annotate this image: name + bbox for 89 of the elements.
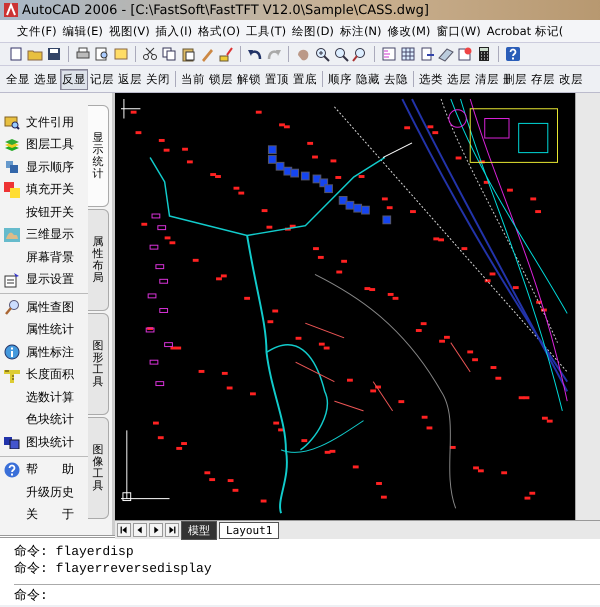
first-tab-button[interactable]: [117, 523, 131, 537]
command-history-line: 命令: flayerdisp: [14, 543, 135, 559]
layer-tool-button[interactable]: 记层: [88, 68, 116, 90]
help-icon[interactable]: [505, 46, 521, 62]
clipboard-icon: [4, 272, 20, 288]
paste-icon[interactable]: [180, 46, 196, 62]
sidebar-item[interactable]: 关 于: [26, 506, 74, 524]
sidebar-item[interactable]: 长度面积: [26, 366, 74, 384]
menu-item[interactable]: 视图(V): [106, 22, 153, 40]
zoom-previous-icon[interactable]: [352, 46, 368, 62]
properties-icon[interactable]: [381, 46, 397, 62]
save-icon[interactable]: [46, 46, 62, 62]
layer-tool-button[interactable]: 返层: [116, 68, 144, 90]
stacked-squares-icon: [4, 161, 20, 174]
help-icon: [4, 462, 20, 478]
magnifier-icon: [4, 299, 20, 316]
layer-tool-button[interactable]: 全显: [4, 68, 32, 90]
layers-icon: [4, 138, 20, 152]
window-title: AutoCAD 2006 - [C:\FastSoft\FastTFT V12.0\Sample\CASS.dwg]: [22, 2, 429, 18]
calculator-icon[interactable]: [476, 46, 492, 62]
layer-tool-button[interactable]: 去隐: [382, 68, 410, 90]
menu-item[interactable]: 窗口(W): [433, 22, 484, 40]
sidebar-item[interactable]: 属性查图: [26, 298, 74, 316]
layer-tool-button[interactable]: 当前: [179, 68, 207, 90]
grid-window-icon[interactable]: [400, 46, 416, 62]
layout-tab[interactable]: 模型: [181, 520, 217, 540]
sidebar-item[interactable]: 升级历史: [26, 484, 74, 501]
sidebar-item[interactable]: 属性统计: [26, 321, 74, 338]
layer-tool-button[interactable]: 反显: [60, 68, 88, 90]
layer-tool-button[interactable]: 锁层: [207, 68, 235, 90]
blocks-icon: [4, 435, 20, 450]
sidebar-item[interactable]: 图层工具: [26, 136, 74, 154]
layer-tool-button[interactable]: 顺序: [326, 68, 354, 90]
layer-tool-button[interactable]: 解锁: [235, 68, 263, 90]
command-history-line: 命令: flayerreversedisplay: [14, 560, 213, 576]
sidebar-item[interactable]: 显示设置: [26, 271, 74, 288]
sidebar-item[interactable]: 文件引用: [26, 114, 74, 131]
menu-item[interactable]: 插入(I): [152, 22, 196, 40]
zoom-in-icon[interactable]: [314, 46, 330, 62]
layer-tool-button[interactable]: 选显: [32, 68, 60, 90]
info-icon: [4, 344, 20, 360]
layer-tool-button[interactable]: 存层: [529, 68, 557, 90]
fill-squares-icon: [4, 182, 20, 198]
previous-tab-button[interactable]: [133, 523, 147, 537]
preview-icon[interactable]: [94, 46, 110, 62]
menu-item[interactable]: 编辑(E): [60, 22, 106, 40]
last-tab-button[interactable]: [165, 523, 179, 537]
layer-tool-button[interactable]: 删层: [501, 68, 529, 90]
zoom-window-icon[interactable]: [333, 46, 349, 62]
sidebar-item[interactable]: 三维显示: [26, 226, 74, 244]
app-logo-icon: [4, 3, 18, 17]
new-file-icon[interactable]: [8, 46, 24, 62]
menu-item[interactable]: Acrobat 标记(: [484, 22, 566, 40]
vertical-tab[interactable]: 显示统计: [88, 105, 109, 207]
layer-tool-button[interactable]: 改层: [557, 68, 585, 90]
menu-item[interactable]: 工具(T): [243, 22, 290, 40]
menu-item[interactable]: 文件(F): [14, 22, 60, 40]
layer-tool-button[interactable]: 隐藏: [354, 68, 382, 90]
sidebar-item[interactable]: 图块统计: [26, 434, 74, 451]
layout-tab[interactable]: Layout1: [219, 522, 280, 538]
vertical-tab[interactable]: 图像工具: [88, 417, 109, 519]
next-tab-button[interactable]: [149, 523, 163, 537]
copy-icon[interactable]: [161, 46, 177, 62]
layer-tool-button[interactable]: 选类: [417, 68, 445, 90]
vertical-tab[interactable]: 图形工具: [88, 313, 109, 415]
layer-tool-button[interactable]: 关闭: [144, 68, 172, 90]
layer-tool-button[interactable]: 选层: [445, 68, 473, 90]
menu-item[interactable]: 格式(O): [195, 22, 244, 40]
sidebar-item[interactable]: 屏幕背景: [26, 248, 74, 266]
layer-tool-button[interactable]: 清层: [473, 68, 501, 90]
sidebar-item[interactable]: 帮 助: [26, 461, 74, 478]
sidebar-item[interactable]: 按钮开关: [26, 204, 74, 221]
command-prompt[interactable]: 命令:: [14, 584, 600, 605]
menu-item[interactable]: 绘图(D): [289, 22, 337, 40]
sidebar-item[interactable]: 色块统计: [26, 411, 74, 428]
vertical-tab[interactable]: 属性布局: [88, 209, 109, 311]
terrain-map-icon: [4, 228, 20, 242]
sidebar-item[interactable]: 选数计算: [26, 388, 74, 406]
match-properties-icon[interactable]: [218, 46, 234, 62]
markup-icon[interactable]: [457, 46, 473, 62]
layer-tool-button[interactable]: 置底: [291, 68, 319, 90]
sidebar-item[interactable]: 填充开关: [26, 181, 74, 198]
cut-icon[interactable]: [142, 46, 158, 62]
layer-tool-button[interactable]: 置顶: [263, 68, 291, 90]
sidebar-item[interactable]: 属性标注: [26, 344, 74, 361]
menu-item[interactable]: 修改(M): [384, 22, 434, 40]
sidebar-item[interactable]: 显示顺序: [26, 158, 74, 176]
folder-magnifier-icon: [4, 114, 20, 130]
menu-item[interactable]: 标注(N): [336, 22, 385, 40]
